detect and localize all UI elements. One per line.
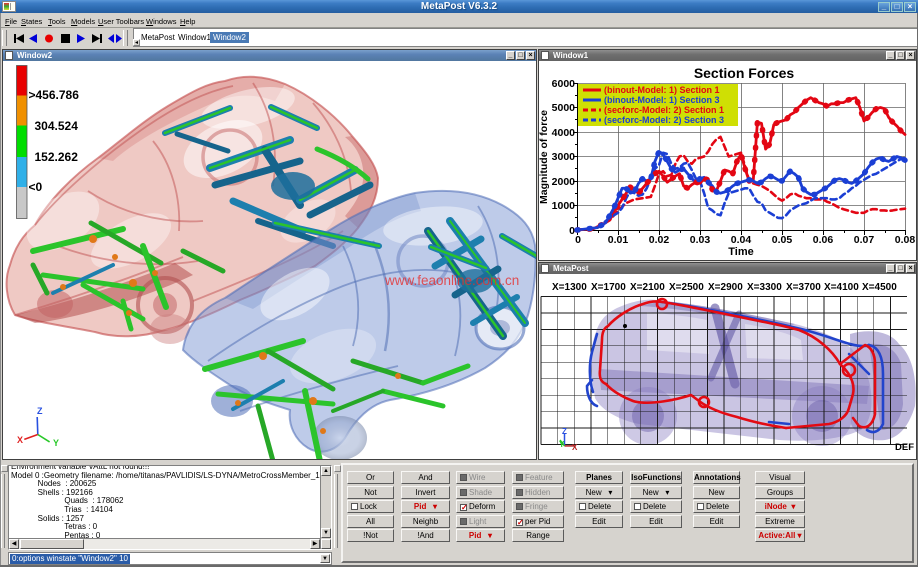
svg-text:2000: 2000 — [552, 176, 576, 188]
svg-text:(secforc-Model: 2) Section 3: (secforc-Model: 2) Section 3 — [604, 115, 724, 125]
svg-text:Section Forces: Section Forces — [694, 65, 795, 81]
svg-text:X=3300: X=3300 — [747, 282, 782, 293]
svg-text:>456.786: >456.786 — [29, 88, 80, 102]
svg-text:X: X — [572, 443, 578, 452]
svg-text:304.524: 304.524 — [35, 119, 79, 133]
svg-text:X: X — [17, 435, 23, 445]
svg-text:Z: Z — [562, 427, 567, 436]
svg-text:DEF: DEF — [895, 442, 914, 453]
svg-text:X=4500: X=4500 — [862, 282, 897, 293]
svg-text:0.04: 0.04 — [731, 234, 752, 246]
svg-text:X=2500: X=2500 — [669, 282, 704, 293]
svg-text:(binout-Model: 1) Section 1: (binout-Model: 1) Section 1 — [604, 85, 720, 95]
svg-text:X=1700: X=1700 — [591, 282, 626, 293]
svg-text:X=3700: X=3700 — [786, 282, 821, 293]
svg-text:(secforc-Model: 2) Section 1: (secforc-Model: 2) Section 1 — [604, 105, 724, 115]
svg-text:X=2900: X=2900 — [708, 282, 743, 293]
svg-text:Z: Z — [37, 406, 43, 416]
svg-text:<0: <0 — [29, 180, 43, 194]
svg-text:0.07: 0.07 — [854, 234, 875, 246]
svg-text:1000: 1000 — [552, 200, 576, 212]
svg-text:0.01: 0.01 — [608, 234, 629, 246]
svg-text:www.feaonline.com.cn: www.feaonline.com.cn — [384, 273, 519, 288]
svg-text:6000: 6000 — [552, 78, 576, 90]
svg-text:0.05: 0.05 — [772, 234, 793, 246]
svg-text:X=4100: X=4100 — [824, 282, 859, 293]
svg-text:0.02: 0.02 — [649, 234, 670, 246]
svg-text:0.06: 0.06 — [813, 234, 834, 246]
svg-text:4000: 4000 — [552, 127, 576, 139]
svg-text:0: 0 — [575, 234, 581, 246]
svg-text:Magnitude of force: Magnitude of force — [539, 110, 550, 204]
svg-text:(binout-Model: 1) Section 3: (binout-Model: 1) Section 3 — [604, 95, 720, 105]
svg-text:5000: 5000 — [552, 102, 576, 114]
svg-text:X=2100: X=2100 — [630, 282, 665, 293]
svg-text:152.262: 152.262 — [35, 150, 79, 164]
svg-text:Y: Y — [559, 440, 565, 449]
svg-text:0.03: 0.03 — [690, 234, 711, 246]
svg-text:X=1300: X=1300 — [552, 282, 587, 293]
svg-text:Time: Time — [728, 246, 753, 258]
svg-text:Y: Y — [53, 438, 59, 448]
svg-text:3000: 3000 — [552, 151, 576, 163]
svg-text:0.08: 0.08 — [895, 234, 916, 246]
